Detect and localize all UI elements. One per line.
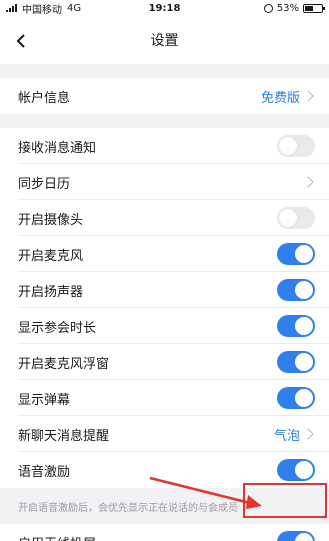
setting-control [277,351,315,373]
nav-bar: 设置 [0,16,329,64]
status-right: 53% [263,2,325,14]
account-plan-value: 免费版 [260,90,300,106]
setting-label: 接收消息通知 [18,140,97,156]
wireless-projection-toggle[interactable] [277,531,315,541]
toggle-knob [295,533,313,541]
setting-row: 开启麦克风 [0,236,329,272]
toggle-knob [295,317,313,335]
setting-label: 显示弹幕 [18,392,71,408]
settings-list: 接收消息通知 同步日历开启摄像头开启麦克风开启扬声器显示参会时长 开启麦克风浮窗 显示… [0,128,329,488]
battery-percent: 53% [276,2,299,14]
setting-label: 新聊天消息提醒 [18,428,110,444]
toggle-knob [295,245,313,263]
setting-toggle[interactable] [277,279,315,301]
setting-control [277,315,315,337]
battery-fill [305,5,314,11]
setting-label: 显示参会时长 [18,320,97,336]
setting-control: 气泡 [274,425,315,444]
setting-row: 开启摄像头 [0,200,329,236]
setting-row[interactable]: 新聊天消息提醒 气泡 [0,416,329,452]
setting-toggle[interactable] [277,387,315,409]
rotation-lock-icon [263,3,273,13]
setting-control [277,243,315,265]
chevron-right-icon [302,176,314,188]
setting-control [302,176,315,188]
highlight-box [243,483,327,518]
chevron-right-icon [302,428,314,440]
setting-control [277,207,315,229]
setting-row: 开启麦克风浮窗 [0,344,329,380]
toggle-knob [295,389,313,407]
setting-label: 开启麦克风浮窗 [18,356,110,372]
setting-label: 开启麦克风 [18,248,84,264]
chevron-right-icon [302,90,314,102]
setting-value: 气泡 [273,428,300,444]
battery-icon [303,3,325,13]
status-bar: 中国移动 4G 19:18 53% [0,0,329,16]
signal-icon [6,4,17,12]
network-type: 4G [67,2,82,14]
setting-row: 开启扬声器 [0,272,329,308]
setting-label: 语音激励 [18,464,71,480]
setting-row: 显示参会时长 [0,308,329,344]
toggle-knob [279,209,297,227]
account-info-right: 免费版 [261,87,315,106]
setting-control [277,459,315,481]
setting-toggle[interactable] [277,135,315,157]
status-left: 中国移动 4G [6,1,81,16]
chevron-left-icon [16,34,25,48]
toggle-knob [295,353,313,371]
wireless-projection-label: 启用无线投屏 [18,533,96,541]
setting-control [277,279,315,301]
setting-label: 同步日历 [18,176,71,192]
setting-row: 显示弹幕 [0,380,329,416]
back-button[interactable] [10,30,32,52]
setting-control [277,135,315,157]
toggle-knob [295,281,313,299]
wireless-projection-row: 启用无线投屏 [0,524,329,541]
setting-toggle[interactable] [277,351,315,373]
setting-toggle[interactable] [277,315,315,337]
page-title: 设置 [150,33,179,49]
setting-label: 开启扬声器 [18,284,84,300]
setting-toggle[interactable] [277,207,315,229]
toggle-knob [279,137,297,155]
wireless-projection-right [277,531,315,541]
setting-label: 开启摄像头 [18,212,84,228]
setting-row: 接收消息通知 [0,128,329,164]
account-info-row[interactable]: 帐户信息 免费版 [0,78,329,114]
setting-control [277,387,315,409]
carrier-name: 中国移动 [22,4,62,16]
setting-row[interactable]: 同步日历 [0,164,329,200]
toggle-knob [295,461,313,479]
setting-toggle[interactable] [277,243,315,265]
account-info-label: 帐户信息 [18,90,71,106]
setting-toggle[interactable] [277,459,315,481]
